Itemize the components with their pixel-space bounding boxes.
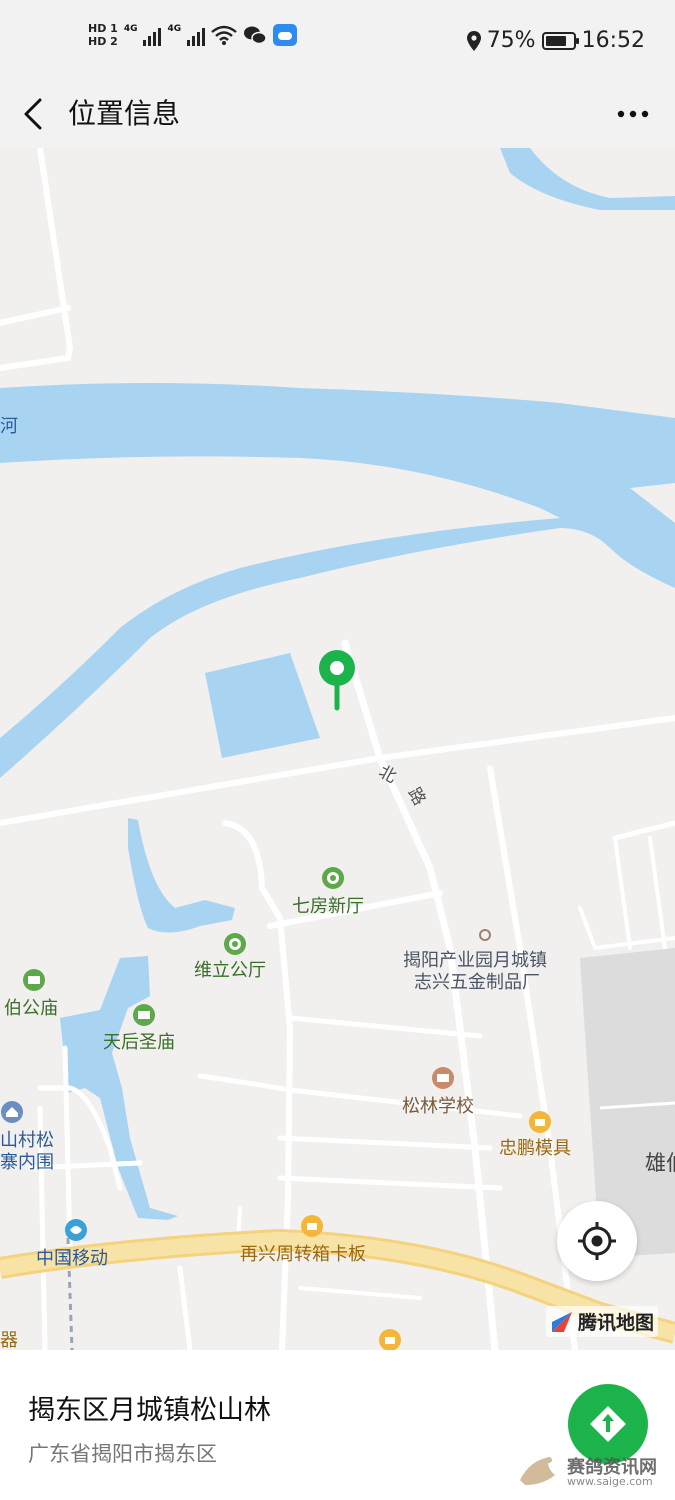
status-right: 75% 16:52 — [466, 28, 645, 53]
shop-pin-icon — [529, 1111, 551, 1133]
clock: 16:52 — [581, 28, 645, 53]
place-info-panel: 揭东区月城镇松山林 广东省揭阳市揭东区 赛鸽资讯网 www.saige.com — [0, 1350, 675, 1500]
poi-label-xiong: 雄伯 — [645, 1151, 675, 1175]
hd-indicator: HD 1 HD 2 — [88, 22, 118, 48]
poi-label-songlin-school[interactable]: 松林学校 — [402, 1096, 474, 1118]
back-arrow-icon[interactable] — [20, 92, 50, 136]
poi-label-village-line2[interactable]: 寨内围 — [0, 1152, 54, 1174]
location-icon — [466, 30, 481, 51]
poi-label-qi: 器 — [0, 1330, 18, 1350]
place-address: 广东省揭阳市揭东区 — [28, 1442, 217, 1466]
locate-me-button[interactable] — [557, 1201, 637, 1281]
poi-label-china-mobile[interactable]: 中国移动 — [36, 1248, 108, 1270]
weather-icon — [273, 24, 298, 46]
map-view[interactable]: 北 路 河 七房新厅 维立公厅 伯公庙 天后圣庙 揭阳产业园月城镇 志兴五金制品… — [0, 148, 675, 1350]
tencent-map-logo-text: 腾讯地图 — [578, 1312, 655, 1334]
watermark-url: www.saige.com — [567, 1475, 653, 1488]
status-left: HD 1 HD 2 4G 4G — [88, 22, 298, 48]
network-type-2: 4G — [167, 24, 182, 34]
hd1-label: HD 1 — [88, 22, 118, 35]
more-options-icon[interactable] — [613, 94, 653, 134]
pigeon-logo-icon — [520, 1457, 555, 1485]
poi-label-village-line1[interactable]: 山村松 — [0, 1130, 54, 1152]
poi-label-weili[interactable]: 维立公厅 — [194, 960, 266, 982]
poi-label-factory-line1[interactable]: 揭阳产业园月城镇 — [403, 950, 547, 972]
nav-bar: 位置信息 — [0, 80, 675, 148]
battery-percent: 75% — [486, 28, 536, 53]
tencent-map-logo-icon — [552, 1311, 572, 1332]
temple-pin-icon — [133, 1004, 155, 1026]
poi-label-factory-line2[interactable]: 志兴五金制品厂 — [414, 972, 540, 994]
camera-pin-icon — [224, 933, 246, 955]
map-base-layer — [0, 148, 675, 1350]
status-bar: HD 1 HD 2 4G 4G 75% 16:52 — [0, 0, 675, 80]
signal-icon — [143, 24, 162, 46]
tencent-map-logo: 腾讯地图 — [546, 1306, 659, 1337]
hd2-label: HD 2 — [88, 35, 118, 48]
poi-label-tianhou[interactable]: 天后圣庙 — [103, 1032, 175, 1054]
poi-label-zaixing[interactable]: 再兴周转箱卡板 — [240, 1244, 366, 1266]
location-marker — [319, 650, 355, 711]
shop-pin-icon — [379, 1329, 401, 1350]
signal-icon — [187, 24, 206, 46]
camera-pin-icon — [322, 867, 344, 889]
page-title: 位置信息 — [68, 97, 181, 130]
battery-icon — [541, 31, 579, 50]
place-name: 揭东区月城镇松山林 — [28, 1395, 271, 1426]
temple-pin-icon — [23, 969, 45, 991]
battery-level — [545, 35, 566, 46]
watermark: 赛鸽资讯网 www.saige.com — [515, 1445, 675, 1495]
wechat-icon — [244, 26, 267, 45]
crosshair-icon — [578, 1222, 616, 1260]
china-mobile-logo-icon — [65, 1219, 87, 1241]
village-pin-icon — [1, 1101, 23, 1123]
network-type-1: 4G — [123, 24, 138, 34]
school-pin-icon — [432, 1067, 454, 1089]
river-label: 河 — [0, 416, 18, 437]
wifi-icon — [211, 25, 237, 45]
shop-pin-icon — [301, 1215, 323, 1237]
dot-pin-icon — [479, 929, 491, 941]
poi-label-zhongpeng[interactable]: 忠鹏模具 — [499, 1138, 571, 1160]
poi-label-baigong[interactable]: 伯公庙 — [4, 998, 58, 1020]
poi-label-qifang[interactable]: 七房新厅 — [292, 896, 364, 918]
